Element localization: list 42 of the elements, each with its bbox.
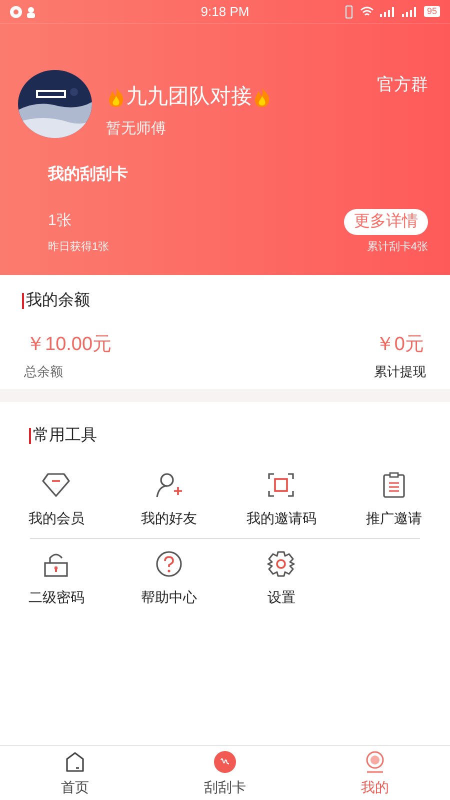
scratch-card-icon — [214, 751, 236, 773]
tool-button[interactable]: 我的会员 — [0, 470, 112, 528]
help-icon — [154, 551, 183, 577]
tool-button[interactable]: 帮助中心 — [112, 549, 225, 607]
master-status: 暂无师傅 — [106, 119, 166, 139]
tool-button[interactable]: 推广邀请 — [338, 470, 450, 528]
add-person-icon — [154, 472, 183, 498]
tab-bar-item[interactable]: 首页 — [0, 746, 150, 800]
profile-name: 九九团队对接 — [126, 84, 252, 110]
title-marker — [22, 293, 24, 309]
vibrate-icon — [344, 4, 354, 18]
battery-indicator: 95 — [424, 6, 440, 17]
tool-button[interactable]: 二级密码 — [0, 549, 112, 607]
settings-icon — [267, 551, 296, 577]
yesterday-count: 昨日获得1张 — [48, 240, 110, 254]
signal-icon — [402, 6, 418, 16]
tool-button[interactable]: 我的好友 — [112, 470, 225, 528]
total-count: 累计刮卡4张 — [366, 240, 428, 254]
section-title: 我的余额 — [26, 290, 90, 311]
card-title: 我的刮刮卡 — [48, 164, 128, 184]
tool-button[interactable]: 我的邀请码 — [225, 470, 338, 528]
wifi-icon — [360, 6, 374, 18]
tool-button[interactable]: 设置 — [225, 549, 338, 607]
padlock-icon — [42, 551, 70, 577]
balance-label: 总余额 — [24, 362, 63, 380]
balance-amount: ￥10.00元 — [26, 333, 112, 357]
flame-icon — [106, 86, 126, 108]
tab-bar-item[interactable]: 刮刮卡 — [150, 746, 300, 800]
diamond-icon — [42, 472, 70, 498]
withdrawn-amount: ￥0元 — [375, 333, 424, 357]
section-title: 常用工具 — [33, 426, 97, 446]
notification-icon — [10, 6, 22, 18]
profile-icon — [364, 751, 386, 773]
person-icon — [26, 6, 38, 18]
home-icon — [65, 751, 85, 773]
withdrawn-label: 累计提现 — [374, 362, 426, 380]
card-count: 1张 — [48, 211, 72, 232]
status-time: 9:18 PM — [200, 2, 250, 21]
scan-frame-icon — [267, 472, 296, 498]
title-marker — [29, 428, 31, 444]
signal-icon — [380, 6, 396, 16]
flame-icon — [252, 86, 272, 108]
